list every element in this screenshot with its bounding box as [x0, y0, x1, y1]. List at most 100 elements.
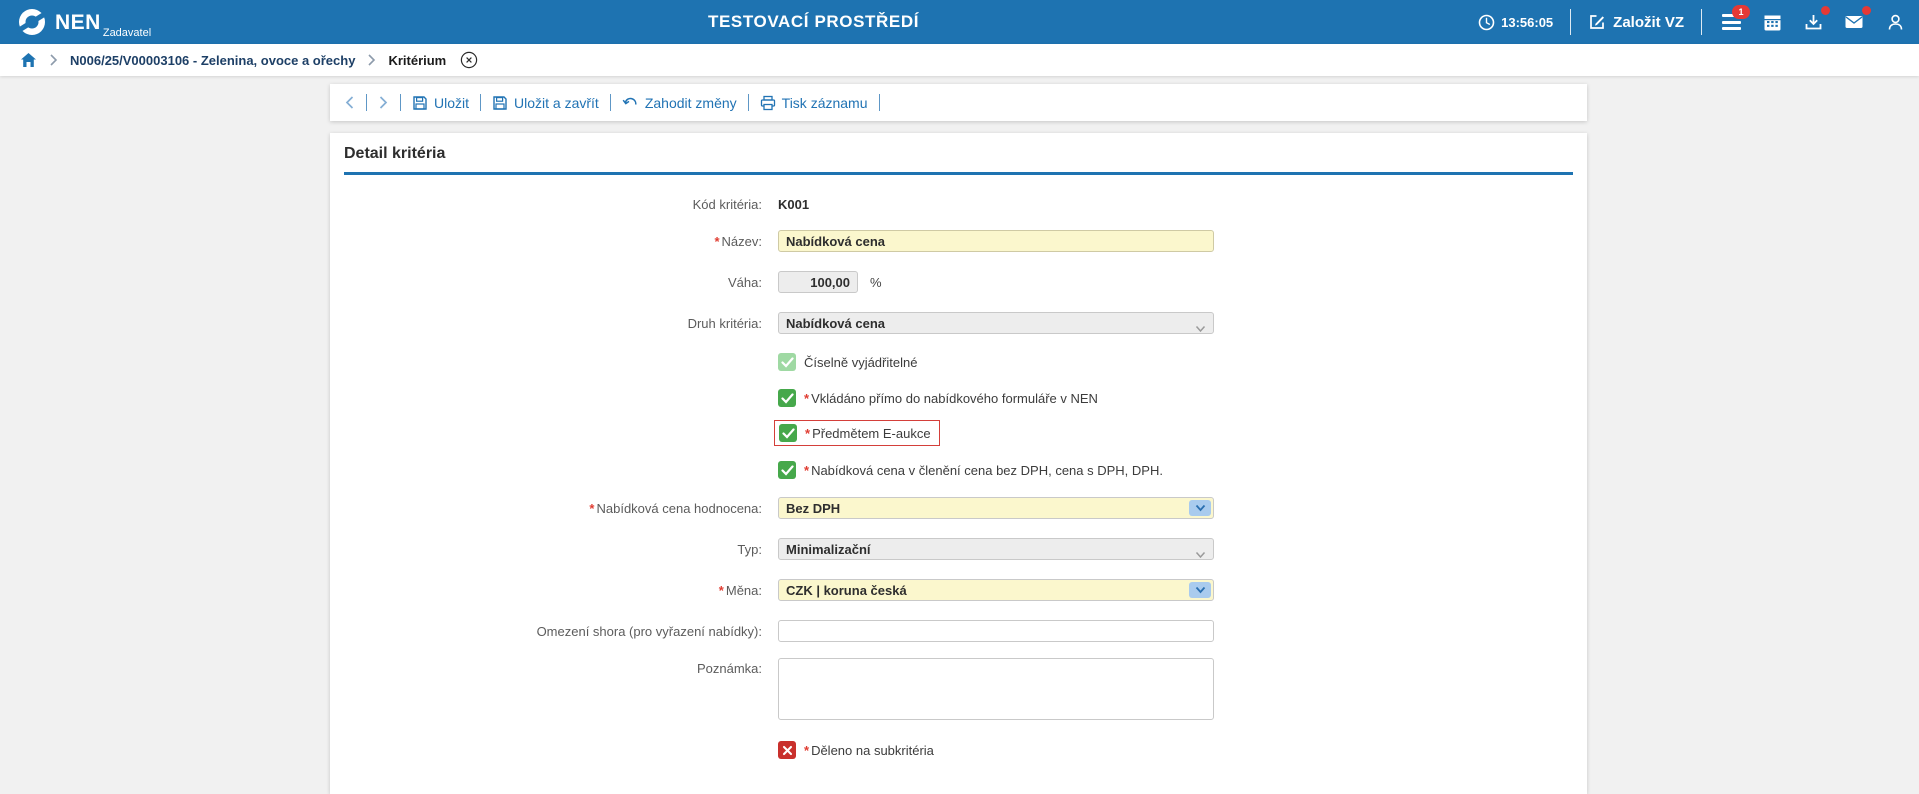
type-select[interactable]: Minimalizační [778, 538, 1214, 560]
save-icon [412, 95, 428, 111]
chevron-down-icon [1189, 500, 1211, 516]
save-icon [492, 95, 508, 111]
numeric-checkbox[interactable] [778, 353, 796, 371]
code-label: Kód kritéria: [330, 197, 770, 212]
chevron-down-icon [1189, 582, 1211, 598]
subcriteria-label: *Děleno na subkritéria [804, 743, 934, 758]
calendar-icon[interactable] [1760, 10, 1784, 34]
note-textarea[interactable] [778, 658, 1214, 720]
check-row-direct-entry: *Vkládáno přímo do nabídkového formuláře… [330, 387, 1098, 409]
check-row-price-breakdown: *Nabídková cena v členění cena bez DPH, … [330, 459, 1163, 481]
discard-changes-label: Zahodit změny [645, 95, 737, 111]
field-row-currency: *Měna: CZK | koruna česká [330, 579, 1214, 601]
field-row-name: *Název: [330, 230, 1214, 252]
chevron-down-icon [1195, 546, 1206, 564]
top-bar-controls: 13:56:05 Založit VZ 1 [1478, 0, 1907, 44]
subcriteria-checkbox[interactable] [778, 741, 796, 759]
current-time: 13:56:05 [1501, 15, 1553, 30]
price-breakdown-checkbox[interactable] [778, 461, 796, 479]
weight-suffix: % [870, 275, 882, 290]
environment-title: TESTOVACÍ PROSTŘEDÍ [708, 0, 919, 44]
mail-notification-dot [1862, 6, 1871, 15]
breadcrumb-current: Kritérium [388, 53, 446, 68]
user-icon[interactable] [1883, 10, 1907, 34]
create-tender-button[interactable]: Založit VZ [1588, 13, 1684, 31]
field-row-type: Typ: Minimalizační [330, 538, 1214, 560]
numeric-label: Číselně vyjádřitelné [804, 355, 917, 370]
discard-changes-button[interactable]: Zahodit změny [622, 95, 737, 111]
field-row-upper-limit: Omezení shora (pro vyřazení nabídky): [330, 620, 1214, 642]
home-icon[interactable] [20, 52, 37, 68]
top-bar: NEN Zadavatel TESTOVACÍ PROSTŘEDÍ 13:56:… [0, 0, 1919, 44]
print-record-button[interactable]: Tisk záznamu [760, 95, 868, 111]
note-label: Poznámka: [330, 658, 770, 676]
field-row-evaluated: *Nabídková cena hodnocena: Bez DPH [330, 497, 1214, 519]
divider [1701, 9, 1702, 35]
check-row-subcriteria: *Děleno na subkritéria [330, 739, 934, 761]
direct-entry-checkbox[interactable] [778, 389, 796, 407]
check-row-numeric: Číselně vyjádřitelné [330, 351, 917, 373]
divider [1570, 9, 1571, 35]
name-input[interactable] [778, 230, 1214, 252]
weight-label: Váha: [330, 275, 770, 290]
hamburger-menu-icon[interactable]: 1 [1719, 10, 1743, 34]
divider [480, 94, 481, 111]
mail-icon[interactable] [1842, 10, 1866, 34]
weight-input[interactable] [778, 271, 858, 293]
menu-badge: 1 [1732, 5, 1750, 19]
field-row-code: Kód kritéria: K001 [330, 193, 809, 215]
currency-select[interactable]: CZK | koruna česká [778, 579, 1214, 601]
currency-label: *Měna: [330, 583, 770, 598]
kind-label: Druh kritéria: [330, 316, 770, 331]
kind-select[interactable]: Nabídková cena [778, 312, 1214, 334]
record-toolbar: Uložit Uložit a zavřít Zahodit změny Tis… [330, 84, 1587, 121]
field-row-kind: Druh kritéria: Nabídková cena [330, 312, 1214, 334]
title-rule [344, 172, 1573, 175]
edit-icon [1588, 13, 1606, 31]
price-breakdown-label: *Nabídková cena v členění cena bez DPH, … [804, 463, 1163, 478]
divider [400, 94, 401, 111]
criterion-detail-panel: Detail kritéria Kód kritéria: K001 *Náze… [330, 133, 1587, 794]
evaluated-select[interactable]: Bez DPH [778, 497, 1214, 519]
type-label: Typ: [330, 542, 770, 557]
chevron-right-icon [367, 54, 376, 66]
divider [366, 94, 367, 111]
save-and-close-button[interactable]: Uložit a zavřít [492, 95, 599, 111]
clock-widget: 13:56:05 [1478, 14, 1553, 31]
page: NEN Zadavatel TESTOVACÍ PROSTŘEDÍ 13:56:… [0, 0, 1919, 794]
brand-sub: Zadavatel [103, 27, 151, 39]
panel-title: Detail kritéria [344, 145, 445, 163]
close-circle-icon[interactable] [460, 51, 478, 69]
code-value: K001 [778, 197, 809, 212]
eauction-checkbox[interactable] [779, 424, 797, 442]
create-tender-label: Založit VZ [1613, 14, 1684, 31]
divider [879, 94, 880, 111]
field-row-note: Poznámka: [330, 658, 1214, 720]
breadcrumb: N006/25/V00003106 - Zelenina, ovoce a oř… [0, 44, 1919, 76]
print-record-label: Tisk záznamu [782, 95, 868, 111]
nen-logo[interactable]: NEN Zadavatel [16, 0, 151, 44]
next-record-button[interactable] [378, 95, 389, 110]
evaluated-label: *Nabídková cena hodnocena: [330, 501, 770, 516]
divider [748, 94, 749, 111]
eauction-label: *Předmětem E-aukce [805, 426, 931, 441]
breadcrumb-tender-link[interactable]: N006/25/V00003106 - Zelenina, ovoce a oř… [70, 53, 355, 68]
printer-icon [760, 95, 776, 111]
clock-icon [1478, 14, 1495, 31]
chevron-right-icon [49, 54, 58, 66]
download-tray-icon[interactable] [1801, 10, 1825, 34]
check-row-eauction-highlight: *Předmětem E-aukce [774, 420, 940, 446]
save-button[interactable]: Uložit [412, 95, 469, 111]
nen-logo-icon [16, 6, 48, 38]
field-row-weight: Váha: % [330, 271, 882, 293]
download-notification-dot [1821, 6, 1830, 15]
name-label: *Název: [330, 234, 770, 249]
brand: NEN Zadavatel [55, 12, 151, 33]
direct-entry-label: *Vkládáno přímo do nabídkového formuláře… [804, 391, 1098, 406]
upper-limit-input[interactable] [778, 620, 1214, 642]
previous-record-button[interactable] [344, 95, 355, 110]
save-label: Uložit [434, 95, 469, 111]
undo-icon [622, 95, 639, 110]
chevron-down-icon [1195, 320, 1206, 338]
upper-limit-label: Omezení shora (pro vyřazení nabídky): [330, 624, 770, 639]
